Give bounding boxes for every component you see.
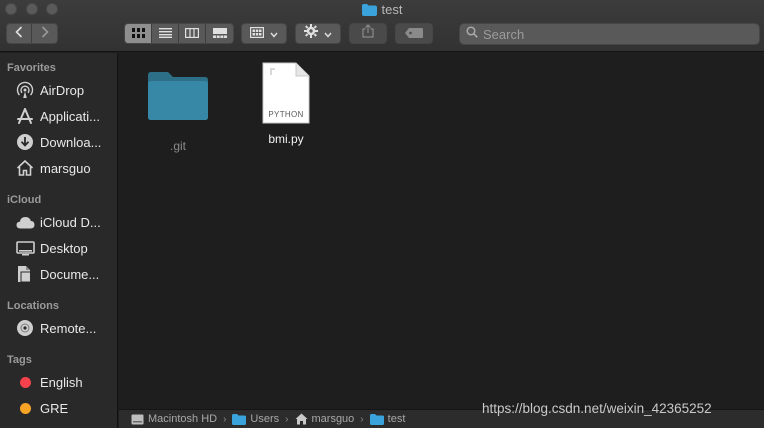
- sidebar-item-label: English: [40, 374, 83, 390]
- gallery-view-button[interactable]: [206, 24, 233, 43]
- path-item-label: test: [387, 413, 406, 425]
- grid-icon: [131, 25, 145, 43]
- tag-icon: [405, 25, 423, 43]
- tag-dot-icon: [19, 402, 31, 414]
- file-item-git-folder[interactable]: .git: [133, 67, 223, 153]
- toolbar: test: [0, 0, 764, 52]
- chevron-down-icon: [324, 25, 332, 43]
- sidebar-item-label: iCloud D...: [40, 214, 101, 230]
- tag-dot-icon: [19, 376, 31, 388]
- file-name: bmi.py: [268, 132, 304, 146]
- path-item-macintosh-hd[interactable]: Macintosh HD: [131, 413, 217, 425]
- chevron-right-icon: ›: [223, 413, 227, 425]
- path-item-users[interactable]: Users: [232, 413, 279, 425]
- sidebar-item-tag-gre[interactable]: GRE: [0, 396, 117, 420]
- sidebar-item-label: marsguo: [40, 160, 91, 176]
- sidebar-item-tag-english[interactable]: English: [0, 370, 117, 394]
- drive-icon: [131, 414, 144, 425]
- sidebar-item-applications[interactable]: Applicati...: [0, 104, 117, 128]
- folder-icon: [133, 67, 223, 121]
- file-browser: .git PYTHON bmi.py: [119, 53, 764, 409]
- home-icon: [15, 158, 35, 178]
- path-item-test[interactable]: test: [369, 413, 406, 425]
- sidebar-item-label: Downloa...: [40, 134, 102, 150]
- chevron-right-icon: ›: [360, 413, 364, 425]
- sidebar-item-icloud-drive[interactable]: iCloud D...: [0, 210, 117, 234]
- forward-button[interactable]: [32, 24, 57, 43]
- home-icon: [295, 413, 308, 425]
- share-button[interactable]: [349, 23, 387, 44]
- path-item-label: Users: [250, 413, 280, 425]
- sidebar-item-airdrop[interactable]: AirDrop: [0, 78, 117, 102]
- folder-icon: [369, 413, 384, 425]
- columns-icon: [185, 25, 200, 43]
- watermark-text: https://blog.csdn.net/weixin_42365252: [482, 401, 712, 416]
- window-title: test: [0, 2, 764, 20]
- window-title-text: test: [381, 2, 403, 17]
- chevron-right-icon: ›: [285, 413, 289, 425]
- sidebar: Favorites AirDrop Applicati... Downloa..…: [0, 53, 118, 428]
- grid-icon: [250, 25, 265, 43]
- search-input[interactable]: [483, 26, 753, 42]
- airdrop-icon: [15, 80, 35, 100]
- downloads-icon: [15, 132, 35, 152]
- search-icon: [466, 25, 478, 43]
- file-item-bmi-py[interactable]: PYTHON bmi.py: [241, 62, 331, 146]
- list-view-button[interactable]: [152, 24, 179, 43]
- sidebar-section-icloud: iCloud: [7, 194, 42, 206]
- icon-view-button[interactable]: [125, 24, 152, 43]
- sidebar-item-home[interactable]: marsguo: [0, 156, 117, 180]
- sidebar-section-favorites: Favorites: [7, 62, 56, 74]
- file-name: .git: [169, 139, 186, 153]
- file-type-badge: PYTHON: [268, 110, 304, 119]
- sidebar-item-documents[interactable]: Docume...: [0, 262, 117, 286]
- sidebar-item-label: Desktop: [40, 240, 88, 256]
- folder-icon: [361, 4, 377, 20]
- applications-icon: [15, 106, 35, 126]
- action-menu-button[interactable]: [295, 23, 341, 44]
- folder-icon: [232, 413, 247, 425]
- sidebar-item-downloads[interactable]: Downloa...: [0, 130, 117, 154]
- search-field[interactable]: [459, 23, 760, 45]
- gallery-icon: [212, 25, 227, 43]
- sidebar-item-label: GRE: [40, 400, 69, 416]
- sidebar-item-label: Remote...: [40, 320, 97, 336]
- gear-icon: [304, 24, 318, 43]
- documents-icon: [15, 264, 35, 284]
- sidebar-item-remote-disc[interactable]: Remote...: [0, 316, 117, 340]
- list-icon: [158, 25, 172, 43]
- chevron-down-icon: [270, 25, 278, 43]
- sidebar-section-tags: Tags: [7, 354, 32, 366]
- edit-tags-button[interactable]: [395, 23, 433, 44]
- path-item-label: marsguo: [311, 413, 355, 425]
- chevron-left-icon: [15, 25, 23, 43]
- desktop-icon: [15, 238, 35, 258]
- disc-icon: [15, 318, 35, 338]
- sidebar-section-locations: Locations: [7, 300, 59, 312]
- nav-buttons: [6, 23, 58, 44]
- view-mode-selector: [124, 23, 234, 44]
- share-icon: [362, 24, 374, 43]
- sidebar-item-label: AirDrop: [40, 82, 85, 98]
- sidebar-item-label: Docume...: [40, 266, 100, 282]
- sidebar-item-desktop[interactable]: Desktop: [0, 236, 117, 260]
- column-view-button[interactable]: [179, 24, 206, 43]
- path-item-label: Macintosh HD: [148, 413, 218, 425]
- back-button[interactable]: [7, 24, 32, 43]
- group-by-button[interactable]: [241, 23, 287, 44]
- sidebar-item-label: Applicati...: [40, 108, 100, 124]
- path-item-marsguo[interactable]: marsguo: [295, 413, 355, 425]
- cloud-icon: [15, 212, 35, 232]
- chevron-right-icon: [41, 25, 49, 43]
